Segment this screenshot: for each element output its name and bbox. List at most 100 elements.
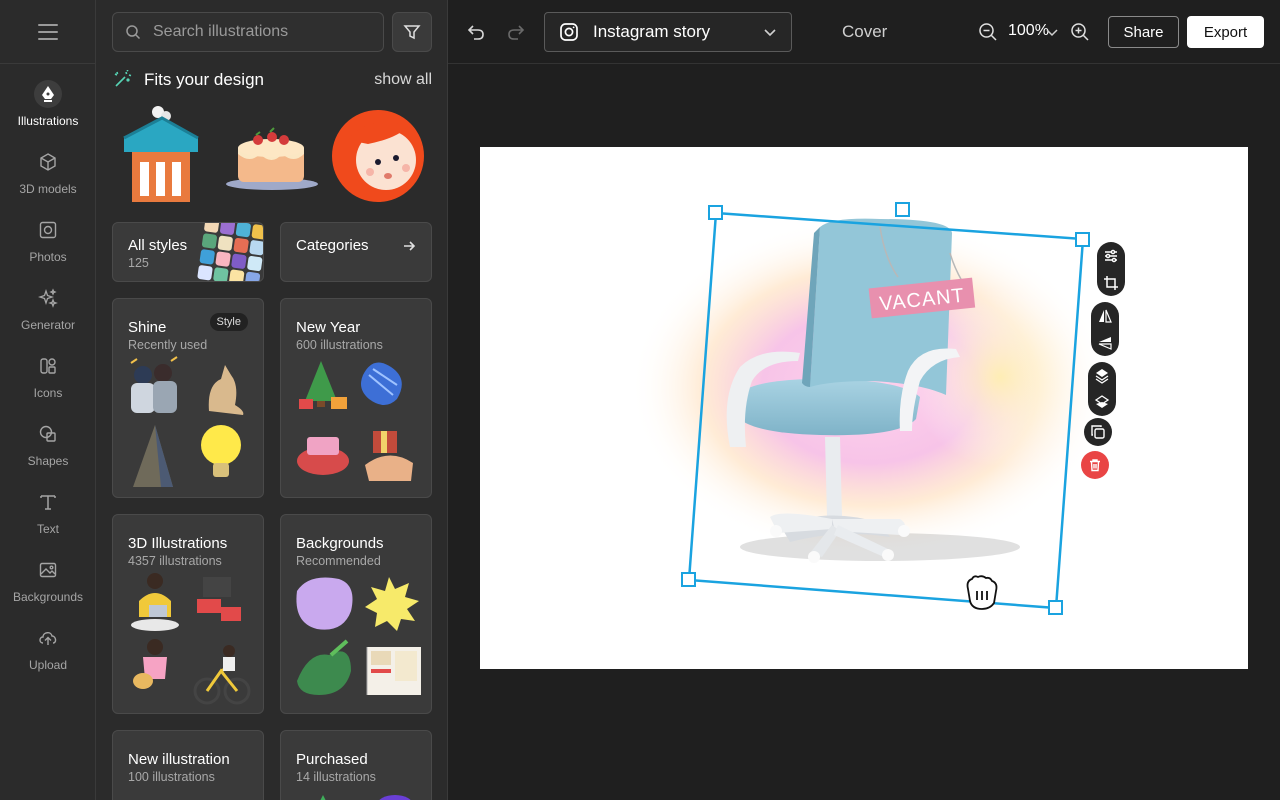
rotate-handle[interactable] (895, 202, 910, 217)
left-rail: Illustrations 3D models Photos Generator… (0, 0, 96, 800)
card-title: Shine (128, 319, 167, 336)
image-icon (34, 556, 62, 584)
rail-item-label: Photos (29, 250, 67, 264)
cover-button[interactable]: Cover (842, 22, 887, 42)
format-label: Instagram story (593, 22, 711, 41)
resize-handle-top-left[interactable] (708, 205, 723, 220)
show-all-link[interactable]: show all (374, 71, 432, 89)
rail-divider (0, 63, 96, 64)
top-bar: Instagram story Cover 100% Share Export (448, 0, 1280, 64)
house-illustration[interactable] (112, 104, 212, 204)
illustrations-panel: Fits your design show all (96, 0, 448, 800)
duplicate-button[interactable] (1084, 418, 1112, 446)
cube-icon (34, 148, 62, 176)
card-subtitle: Recommended (296, 554, 381, 568)
style-badge: Style (209, 313, 248, 331)
card-title: All styles (128, 237, 188, 254)
share-button[interactable]: Share (1108, 16, 1179, 48)
icons-grid-icon (34, 352, 62, 380)
flip-horizontal-icon[interactable] (1097, 308, 1113, 324)
new-year-card[interactable]: New Year 600 illustrations (280, 298, 432, 498)
zoom-out-button[interactable] (976, 20, 1000, 44)
card-title: Purchased (296, 751, 368, 768)
undo-icon (467, 25, 484, 40)
rail-item-label: Generator (20, 318, 76, 332)
filter-button[interactable] (392, 12, 432, 52)
artboard-content: VACANT (630, 202, 1110, 615)
adjustments-icon[interactable] (1103, 248, 1119, 264)
zoom-chevron-down-icon[interactable] (1045, 25, 1059, 39)
layer-order-pill (1088, 362, 1116, 416)
new-illustration-card[interactable]: New illustration 100 illustrations (112, 730, 264, 800)
card-title: New illustration (128, 751, 230, 768)
backgrounds-previews (296, 577, 421, 695)
artboard[interactable]: VACANT (480, 147, 1248, 669)
card-title: 3D Illustrations (128, 535, 228, 552)
search-box (112, 12, 384, 52)
search-icon (126, 25, 141, 40)
card-subtitle: 125 (128, 256, 149, 270)
rail-item-label: 3D models (19, 182, 77, 196)
rail-item-label: Upload (28, 658, 68, 672)
send-backward-icon[interactable] (1094, 394, 1110, 411)
rail-item-label: Text (36, 522, 59, 536)
bring-forward-icon[interactable] (1094, 368, 1110, 384)
3d-illustrations-card[interactable]: 3D Illustrations 4357 illustrations (112, 514, 264, 714)
purchased-previews (320, 795, 411, 800)
redo-button[interactable] (504, 20, 528, 44)
all-styles-card[interactable]: All styles 125 (112, 222, 264, 282)
resize-handle-bottom-right[interactable] (1048, 600, 1063, 615)
instagram-icon (560, 23, 578, 41)
text-icon (34, 488, 62, 516)
export-button[interactable]: Export (1187, 16, 1264, 48)
card-subtitle: 100 illustrations (128, 770, 215, 784)
cloud-upload-icon (34, 624, 62, 652)
format-select[interactable]: Instagram story (544, 12, 792, 52)
photo-icon (34, 216, 62, 244)
card-subtitle: 4357 illustrations (128, 554, 222, 568)
resize-handle-top-right[interactable] (1075, 232, 1090, 247)
search-input[interactable] (153, 23, 373, 41)
menu-icon[interactable] (38, 24, 58, 40)
rail-item-text[interactable]: Text (0, 488, 96, 548)
chevron-down-icon (764, 29, 776, 37)
rail-item-label: Backgrounds (12, 590, 84, 604)
fits-your-design-header: Fits your design show all (112, 68, 432, 92)
rail-item-shapes[interactable]: Shapes (0, 420, 96, 480)
magic-wand-icon (114, 70, 132, 87)
rail-item-label: Icons (33, 386, 63, 400)
sparkles-icon (34, 284, 62, 312)
resize-handle-bottom-left[interactable] (681, 572, 696, 587)
categories-card[interactable]: Categories (280, 222, 432, 282)
filter-icon (403, 25, 421, 40)
card-subtitle: Recently used (128, 338, 208, 352)
card-title: Backgrounds (296, 535, 384, 552)
rail-item-generator[interactable]: Generator (0, 284, 96, 344)
shine-previews (130, 356, 244, 487)
rail-item-3d-models[interactable]: 3D models (0, 148, 96, 208)
section-title: Fits your design (144, 70, 264, 89)
rail-item-upload[interactable]: Upload (0, 624, 96, 684)
zoom-out-icon (979, 23, 997, 41)
crop-icon[interactable] (1103, 275, 1119, 291)
rail-item-illustrations[interactable]: Illustrations (0, 80, 96, 140)
duplicate-icon (1091, 425, 1105, 439)
delete-button[interactable] (1081, 451, 1109, 479)
rail-item-icons[interactable]: Icons (0, 352, 96, 412)
zoom-in-button[interactable] (1068, 20, 1092, 44)
flip-pill (1091, 302, 1119, 356)
backgrounds-card[interactable]: Backgrounds Recommended (280, 514, 432, 714)
purchased-card[interactable]: Purchased 14 illustrations (280, 730, 432, 800)
rail-item-label: Illustrations (17, 114, 79, 128)
undo-button[interactable] (464, 20, 488, 44)
grab-cursor-icon (966, 575, 998, 610)
rail-item-backgrounds[interactable]: Backgrounds (0, 556, 96, 616)
rail-item-photos[interactable]: Photos (0, 216, 96, 276)
trash-icon (1090, 459, 1100, 472)
shine-card[interactable]: Shine Recently used Style (112, 298, 264, 498)
flip-vertical-icon[interactable] (1097, 335, 1113, 351)
card-subtitle: 14 illustrations (296, 770, 376, 784)
girl-face-illustration[interactable] (328, 104, 428, 204)
cake-illustration[interactable] (220, 104, 320, 204)
zoom-level[interactable]: 100% (1008, 22, 1049, 40)
